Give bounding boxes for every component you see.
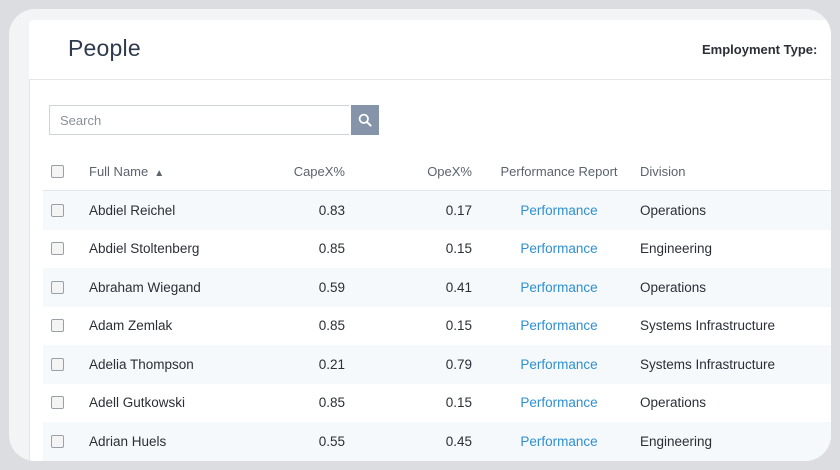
row-checkbox[interactable]	[51, 434, 64, 448]
cell-full-name: Abraham Wiegand	[89, 279, 201, 295]
app-frame: People Employment Type: Full Name▲ CapeX…	[9, 9, 831, 461]
cell-division: Systems Infrastructure	[640, 356, 776, 372]
cell-capex: 0.85	[318, 318, 345, 334]
column-header-division[interactable]: Division	[640, 152, 831, 191]
cell-full-name: Adam Zemlak	[89, 318, 173, 334]
table-row: Abdiel Stoltenberg 0.85 0.15 Performance…	[43, 230, 831, 269]
row-checkbox[interactable]	[51, 280, 64, 294]
cell-division: Systems Infrastructure	[640, 318, 776, 334]
search-button[interactable]	[351, 105, 379, 135]
cell-capex: 0.85	[318, 241, 345, 257]
cell-division: Operations	[640, 395, 707, 411]
cell-capex: 0.55	[318, 433, 345, 449]
table-row: Adrian Huels 0.55 0.45 Performance Engin…	[43, 422, 831, 461]
cell-division: Engineering	[640, 241, 713, 257]
cell-opex: 0.15	[445, 318, 472, 334]
performance-link[interactable]: Performance	[520, 203, 597, 218]
performance-link[interactable]: Performance	[520, 241, 597, 256]
row-checkbox[interactable]	[51, 396, 64, 410]
table-row: Abraham Wiegand 0.59 0.41 Performance Op…	[43, 268, 831, 307]
employment-type-filter[interactable]: Employment Type:	[702, 42, 817, 57]
cell-opex: 0.41	[445, 279, 472, 295]
table-row: Adam Zemlak 0.85 0.15 Performance System…	[43, 307, 831, 346]
cell-full-name: Abdiel Stoltenberg	[89, 241, 200, 257]
cell-opex: 0.17	[445, 202, 472, 218]
cell-capex: 0.85	[318, 395, 345, 411]
cell-capex: 0.21	[318, 356, 345, 372]
row-checkbox[interactable]	[51, 357, 64, 371]
search-bar	[49, 105, 379, 135]
cell-capex: 0.83	[318, 202, 345, 218]
performance-link[interactable]: Performance	[520, 357, 597, 372]
row-checkbox[interactable]	[51, 203, 64, 217]
cell-division: Operations	[640, 202, 707, 218]
table-row: Abdiel Reichel 0.83 0.17 Performance Ope…	[43, 190, 831, 230]
column-header-performance-report[interactable]: Performance Report	[478, 152, 640, 191]
people-card: People Employment Type: Full Name▲ CapeX…	[29, 20, 831, 461]
page-header: People Employment Type:	[29, 20, 831, 80]
page-title: People	[68, 35, 141, 61]
cell-capex: 0.59	[318, 279, 345, 295]
cell-opex: 0.15	[445, 241, 472, 257]
people-table: Full Name ▲ CapeX% OpeX% Performance Repo…	[43, 152, 831, 461]
sort-ascending-icon: ▲	[154, 167, 165, 179]
row-checkbox[interactable]	[51, 242, 64, 256]
performance-link[interactable]: Performance	[520, 280, 597, 295]
column-header-full-name[interactable]: Full Name ▲	[88, 152, 250, 191]
table-row: Adelia Thompson 0.21 0.79 Performance Sy…	[43, 345, 831, 384]
performance-link[interactable]: Performance	[520, 318, 597, 333]
search-input[interactable]	[49, 105, 349, 135]
cell-full-name: Abdiel Reichel	[89, 202, 176, 218]
cell-opex: 0.15	[445, 395, 472, 411]
table-row: Adell Gutkowski 0.85 0.15 Performance Op…	[43, 384, 831, 423]
performance-link[interactable]: Performance	[520, 395, 597, 410]
performance-link[interactable]: Performance	[520, 434, 597, 449]
row-checkbox[interactable]	[51, 319, 64, 333]
column-header-capex[interactable]: CapeX%	[250, 152, 351, 191]
cell-full-name: Adell Gutkowski	[89, 395, 186, 411]
card-left-border	[29, 79, 30, 461]
cell-full-name: Adelia Thompson	[89, 356, 194, 372]
cell-division: Operations	[640, 279, 707, 295]
select-all-checkbox[interactable]	[51, 164, 64, 178]
table-header-row: Full Name ▲ CapeX% OpeX% Performance Repo…	[43, 152, 831, 191]
cell-opex: 0.79	[445, 356, 472, 372]
search-icon	[358, 113, 372, 127]
column-header-opex[interactable]: OpeX%	[351, 152, 478, 191]
cell-full-name: Adrian Huels	[89, 433, 167, 449]
cell-division: Engineering	[640, 433, 713, 449]
cell-opex: 0.45	[445, 433, 472, 449]
